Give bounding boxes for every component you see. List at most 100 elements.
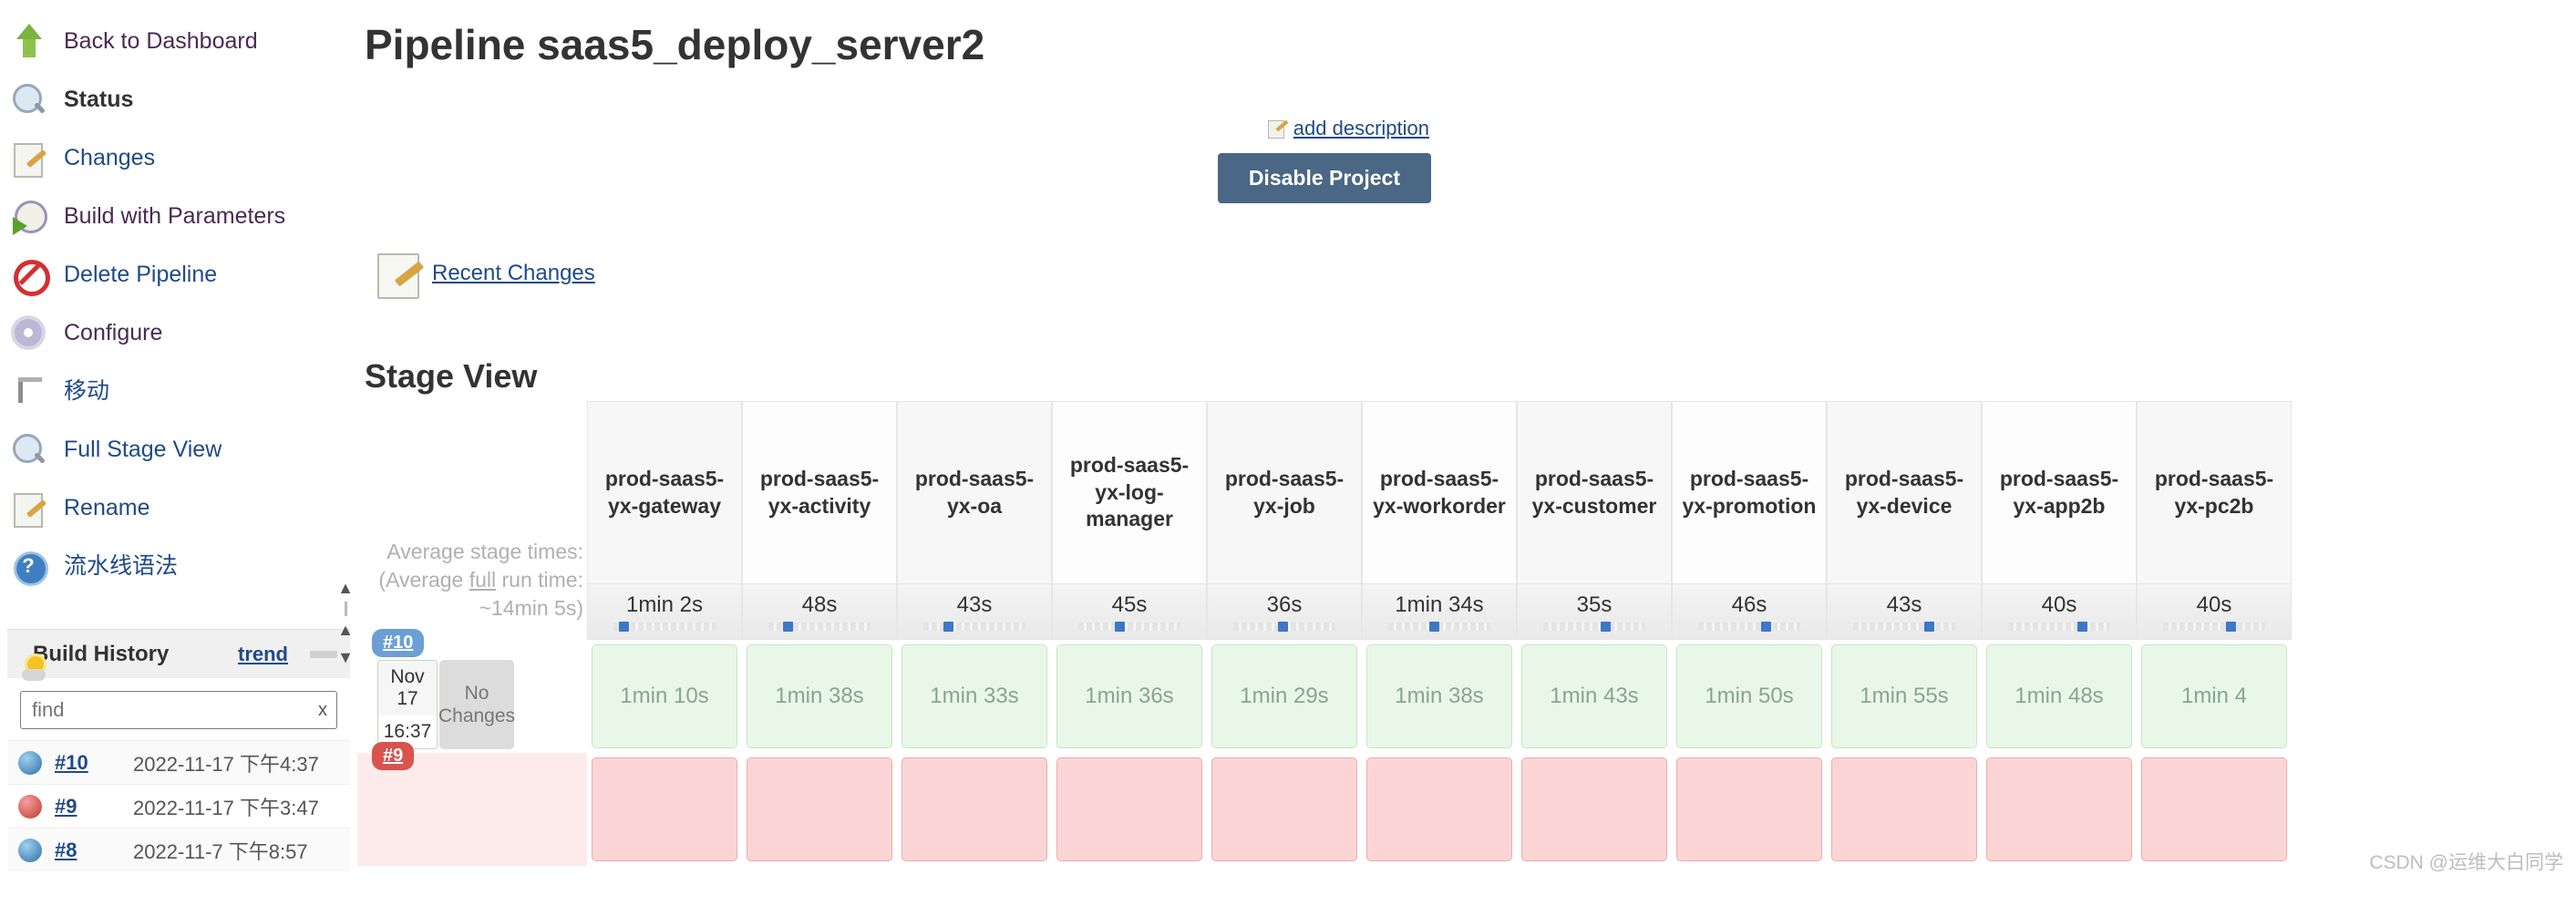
help-icon bbox=[7, 545, 51, 589]
recent-changes-link[interactable]: Recent Changes bbox=[432, 261, 595, 286]
stage-duration: 1min 50s bbox=[1676, 644, 1822, 748]
build-history-row[interactable]: #9 2022-11-17 下午3:47 bbox=[7, 784, 350, 828]
stage-result-cell[interactable]: 1min 55s bbox=[1827, 640, 1982, 753]
build-legend-cell: #9 bbox=[357, 742, 587, 866]
stage-result-cell[interactable] bbox=[1982, 753, 2137, 866]
main-content: Pipeline saas5_deploy_server2 add descri… bbox=[357, 0, 2576, 906]
sidebar-item-7[interactable]: 移动 bbox=[0, 363, 357, 421]
crane-icon bbox=[7, 370, 51, 414]
stage-sparkline bbox=[613, 622, 716, 632]
sidebar-item-4[interactable]: Build with Parameters bbox=[0, 188, 357, 246]
stage-column-header: prod-saas5-yx-customer bbox=[1517, 401, 1672, 583]
average-times-label: Average stage times: bbox=[386, 540, 583, 563]
stage-average-time: 35s bbox=[1576, 592, 1613, 617]
sidebar-item-2[interactable]: Status bbox=[0, 71, 357, 129]
add-description-row[interactable]: add description bbox=[1267, 117, 1429, 140]
stage-duration bbox=[1521, 757, 1667, 861]
stage-column: prod-saas5-yx-workorder 1min 34s bbox=[1362, 401, 1517, 640]
build-search-input[interactable] bbox=[21, 698, 336, 722]
stage-build-row: #10 Nov 17 16:37 No Changes 1min 10s 1min 38s… bbox=[357, 629, 2576, 753]
notepad-pencil-icon bbox=[376, 248, 423, 299]
stage-average-cell: 45s bbox=[1052, 583, 1207, 640]
sidebar-item-5[interactable]: Delete Pipeline bbox=[0, 246, 357, 304]
clear-search-icon[interactable]: x bbox=[318, 700, 327, 721]
build-history-scroll-controls: ▲ ▲ ▼ bbox=[334, 574, 357, 671]
magnifier-icon bbox=[7, 78, 51, 122]
stage-result-cell[interactable] bbox=[897, 753, 1052, 866]
stage-result-cell[interactable]: 1min 50s bbox=[1672, 640, 1827, 753]
build-changes-box[interactable]: No Changes bbox=[438, 660, 515, 749]
build-date-box[interactable]: Nov 17 16:37 bbox=[377, 660, 438, 749]
sidebar-nav: Back to Dashboard Status Changes Build with… bbox=[0, 0, 357, 596]
stage-column-header: prod-saas5-yx-promotion bbox=[1672, 401, 1827, 583]
stage-sparkline bbox=[1543, 622, 1645, 632]
sidebar-item-label: Back to Dashboard bbox=[64, 28, 258, 55]
stage-result-cell[interactable] bbox=[742, 753, 897, 866]
stage-result-cell[interactable] bbox=[1052, 753, 1207, 866]
stage-duration bbox=[1211, 757, 1357, 861]
sidebar-item-3[interactable]: Changes bbox=[0, 129, 357, 188]
scroll-track[interactable] bbox=[344, 602, 347, 616]
stage-average-cell: 40s bbox=[1982, 583, 2137, 640]
stage-column-header: prod-saas5-yx-activity bbox=[742, 401, 897, 583]
build-history-panel: Build History trend x #10 2022-11-17 下午4:… bbox=[7, 629, 350, 871]
build-timestamp: 2022-11-7 下午8:57 bbox=[133, 839, 308, 863]
stage-result-cell[interactable]: 1min 4 bbox=[2137, 640, 2292, 753]
stage-result-cell[interactable]: 1min 48s bbox=[1982, 640, 2137, 753]
stage-average-time: 46s bbox=[1731, 592, 1767, 617]
stage-result-cell[interactable] bbox=[1672, 753, 1827, 866]
add-description-link[interactable]: add description bbox=[1293, 117, 1429, 140]
build-search-box[interactable]: x bbox=[20, 691, 337, 729]
build-history-list: #10 2022-11-17 下午4:37 #9 2022-11-17 下午3:47 #… bbox=[7, 740, 350, 871]
stage-result-cell[interactable]: 1min 33s bbox=[897, 640, 1052, 753]
stage-sparkline bbox=[1078, 622, 1180, 632]
build-history-row[interactable]: #8 2022-11-7 下午8:57 bbox=[7, 828, 350, 871]
sidebar-item-8[interactable]: Full Stage View bbox=[0, 421, 357, 479]
scroll-top-button[interactable]: ▲ bbox=[334, 574, 357, 602]
sidebar-item-10[interactable]: 流水线语法 bbox=[0, 538, 357, 596]
stage-sparkline bbox=[1698, 622, 1800, 632]
stage-result-cell[interactable] bbox=[2137, 753, 2292, 866]
sidebar-item-6[interactable]: Configure bbox=[0, 304, 357, 363]
stage-result-cell[interactable] bbox=[1207, 753, 1362, 866]
stage-sparkline bbox=[1233, 622, 1335, 632]
build-number-link[interactable]: #10 bbox=[55, 751, 120, 775]
disable-project-button[interactable]: Disable Project bbox=[1217, 153, 1431, 203]
recent-changes-row[interactable]: Recent Changes bbox=[376, 248, 595, 299]
stage-result-cell[interactable]: 1min 36s bbox=[1052, 640, 1207, 753]
stage-build-rows: #10 Nov 17 16:37 No Changes 1min 10s 1min 38s… bbox=[357, 629, 2576, 866]
stage-duration bbox=[1056, 757, 1202, 861]
stage-average-time: 48s bbox=[801, 592, 838, 617]
edit-description-icon bbox=[1267, 118, 1288, 139]
scroll-down-button[interactable]: ▼ bbox=[334, 643, 357, 671]
build-number-link[interactable]: #9 bbox=[55, 795, 120, 818]
trend-link[interactable]: trend bbox=[238, 643, 288, 666]
stage-column-header: prod-saas5-yx-log-manager bbox=[1052, 401, 1207, 583]
sidebar-item-9[interactable]: Rename bbox=[0, 479, 357, 538]
stage-average-time: 43s bbox=[956, 592, 993, 617]
sidebar-item-1[interactable]: Back to Dashboard bbox=[0, 13, 357, 71]
stage-duration: 1min 48s bbox=[1986, 644, 2132, 748]
stage-result-cell[interactable] bbox=[1362, 753, 1517, 866]
stage-average-cell: 43s bbox=[897, 583, 1052, 640]
build-date: Nov 17 bbox=[378, 661, 437, 716]
stage-result-cell[interactable] bbox=[1517, 753, 1672, 866]
stage-duration: 1min 10s bbox=[592, 644, 737, 748]
stage-column-header: prod-saas5-yx-device bbox=[1827, 401, 1982, 583]
build-number-badge[interactable]: #9 bbox=[372, 742, 415, 770]
build-number-link[interactable]: #8 bbox=[55, 839, 120, 862]
stage-sparkline bbox=[1388, 622, 1490, 632]
stage-column: prod-saas5-yx-activity 48s bbox=[742, 401, 897, 640]
clock-play-icon bbox=[7, 195, 51, 239]
stage-result-cell[interactable]: 1min 43s bbox=[1517, 640, 1672, 753]
stage-result-cell[interactable]: 1min 29s bbox=[1207, 640, 1362, 753]
stage-result-cell[interactable]: 1min 10s bbox=[587, 640, 742, 753]
stage-result-cell[interactable]: 1min 38s bbox=[1362, 640, 1517, 753]
stage-sparkline bbox=[1853, 622, 1955, 632]
build-history-row[interactable]: #10 2022-11-17 下午4:37 bbox=[7, 740, 350, 784]
stage-result-cell[interactable] bbox=[587, 753, 742, 866]
scroll-up-button[interactable]: ▲ bbox=[334, 616, 357, 643]
stage-result-cell[interactable] bbox=[1827, 753, 1982, 866]
build-number-badge[interactable]: #10 bbox=[372, 629, 425, 657]
stage-result-cell[interactable]: 1min 38s bbox=[742, 640, 897, 753]
